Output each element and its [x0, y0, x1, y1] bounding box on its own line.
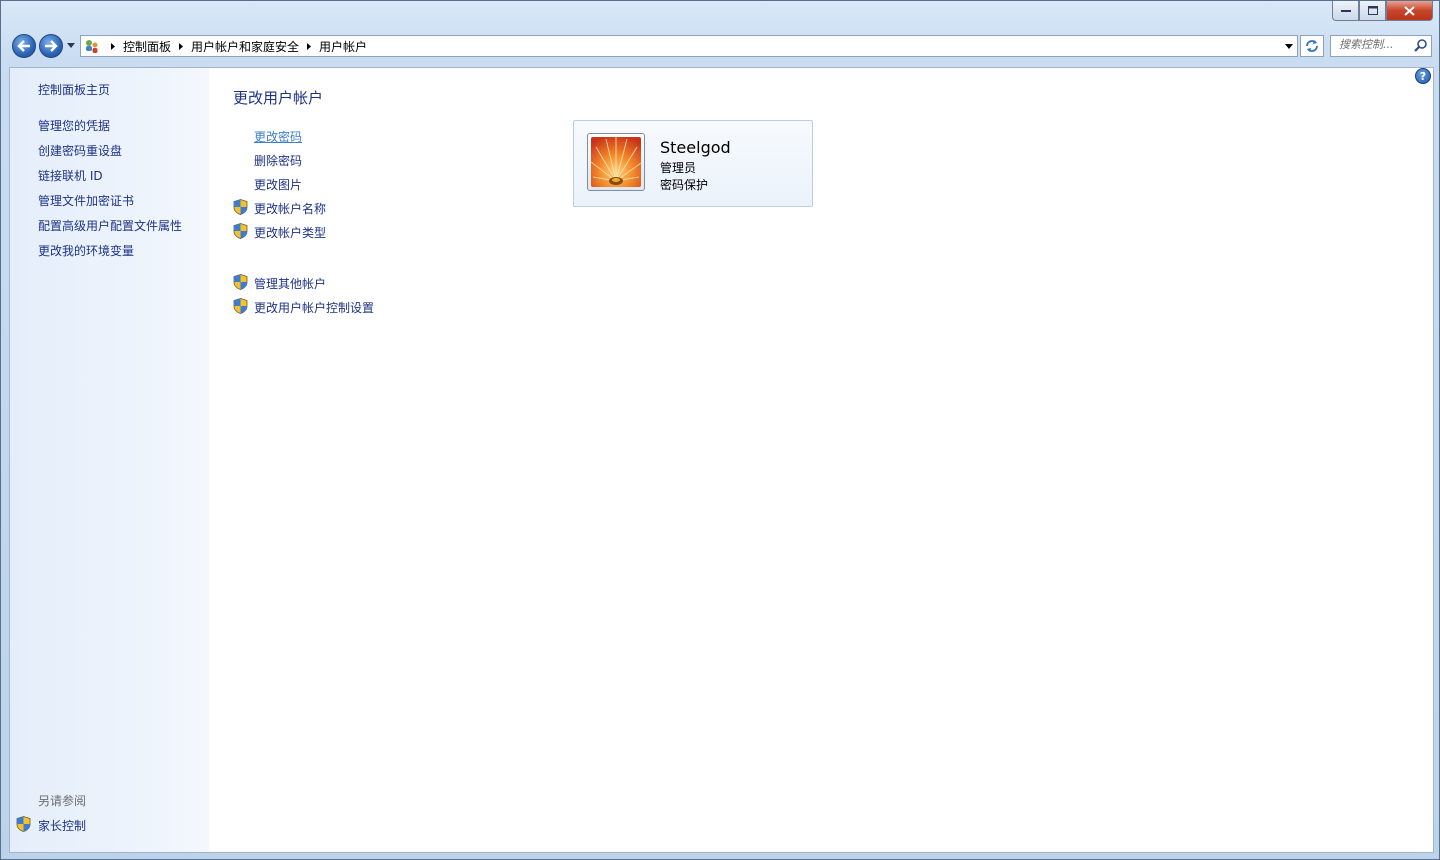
account-name: Steelgod	[660, 138, 731, 157]
breadcrumb: 控制面板 用户帐户和家庭安全 用户帐户	[103, 36, 367, 56]
manage-other-accounts-link[interactable]: 管理其他帐户	[254, 275, 326, 292]
navigation-bar: 控制面板 用户帐户和家庭安全 用户帐户	[1, 32, 1440, 62]
user-accounts-icon	[86, 40, 98, 53]
breadcrumb-item[interactable]: 用户帐户和家庭安全	[191, 38, 299, 55]
parental-controls-link[interactable]: 家长控制	[38, 817, 86, 834]
uac-shield-icon	[233, 298, 248, 314]
breadcrumb-separator-icon[interactable]	[109, 36, 117, 56]
control-panel-window: 控制面板 用户帐户和家庭安全 用户帐户 搜索控制... 控制面板主页 管理您的凭…	[0, 0, 1440, 860]
sidebar-link-advanced-profile[interactable]: 配置高级用户配置文件属性	[38, 217, 182, 234]
page-title: 更改用户帐户	[233, 89, 324, 107]
breadcrumb-item[interactable]: 用户帐户	[319, 38, 367, 55]
back-button[interactable]	[12, 34, 36, 58]
address-history-dropdown[interactable]	[1284, 42, 1293, 51]
close-button[interactable]	[1386, 1, 1433, 21]
change-picture-link[interactable]: 更改图片	[254, 176, 302, 193]
maximize-button[interactable]	[1359, 1, 1386, 21]
search-input[interactable]	[1339, 38, 1413, 51]
recent-pages-dropdown[interactable]	[66, 40, 76, 50]
minimize-icon	[1340, 9, 1351, 12]
uac-shield-icon	[233, 199, 248, 215]
refresh-icon	[1306, 40, 1318, 52]
change-password-link[interactable]: 更改密码	[254, 128, 302, 145]
change-account-type-link[interactable]: 更改帐户类型	[254, 224, 326, 241]
minimize-button[interactable]	[1332, 1, 1359, 21]
breadcrumb-separator-icon[interactable]	[177, 36, 185, 56]
refresh-button[interactable]	[1300, 35, 1324, 57]
change-account-name-link[interactable]: 更改帐户名称	[254, 200, 326, 217]
sidebar-link-password-reset-disk[interactable]: 创建密码重设盘	[38, 142, 122, 159]
help-button[interactable]: ?	[1415, 68, 1431, 84]
breadcrumb-separator-icon[interactable]	[305, 36, 313, 56]
content-area: 控制面板主页 管理您的凭据 创建密码重设盘 链接联机 ID 管理文件加密证书 配…	[9, 67, 1434, 853]
account-type: 管理员	[660, 161, 697, 175]
help-icon: ?	[1419, 69, 1427, 83]
sidebar-link-online-id[interactable]: 链接联机 ID	[38, 167, 103, 184]
task-pane: 控制面板主页 管理您的凭据 创建密码重设盘 链接联机 ID 管理文件加密证书 配…	[10, 68, 209, 852]
caption-buttons	[1332, 1, 1433, 21]
chevron-down-icon	[67, 42, 75, 48]
breadcrumb-item[interactable]: 控制面板	[123, 38, 171, 55]
uac-shield-icon	[233, 274, 248, 290]
user-account-card: Steelgod 管理员 密码保护	[573, 120, 813, 207]
maximize-icon	[1367, 6, 1378, 15]
sidebar-link-environment-variables[interactable]: 更改我的环境变量	[38, 242, 134, 259]
chevron-down-icon	[1284, 44, 1293, 49]
see-also-heading: 另请参阅	[38, 794, 87, 808]
search-box[interactable]	[1330, 35, 1432, 57]
avatar[interactable]	[587, 133, 645, 191]
uac-shield-icon	[16, 816, 31, 832]
flower-picture-icon	[591, 137, 641, 187]
back-arrow-icon	[17, 40, 30, 52]
uac-shield-icon	[233, 223, 248, 239]
forward-button[interactable]	[39, 34, 63, 58]
uac-settings-link[interactable]: 更改用户帐户控制设置	[254, 299, 374, 316]
close-icon	[1404, 5, 1415, 16]
password-status: 密码保护	[660, 178, 709, 192]
search-icon[interactable]	[1414, 39, 1427, 53]
forward-arrow-icon	[45, 40, 58, 52]
address-bar[interactable]: 控制面板 用户帐户和家庭安全 用户帐户	[80, 35, 1298, 57]
sidebar-home-link[interactable]: 控制面板主页	[38, 81, 110, 98]
sidebar-link-encryption-certificates[interactable]: 管理文件加密证书	[38, 192, 134, 209]
remove-password-link[interactable]: 删除密码	[254, 152, 302, 169]
sidebar-link-credentials[interactable]: 管理您的凭据	[38, 117, 110, 134]
